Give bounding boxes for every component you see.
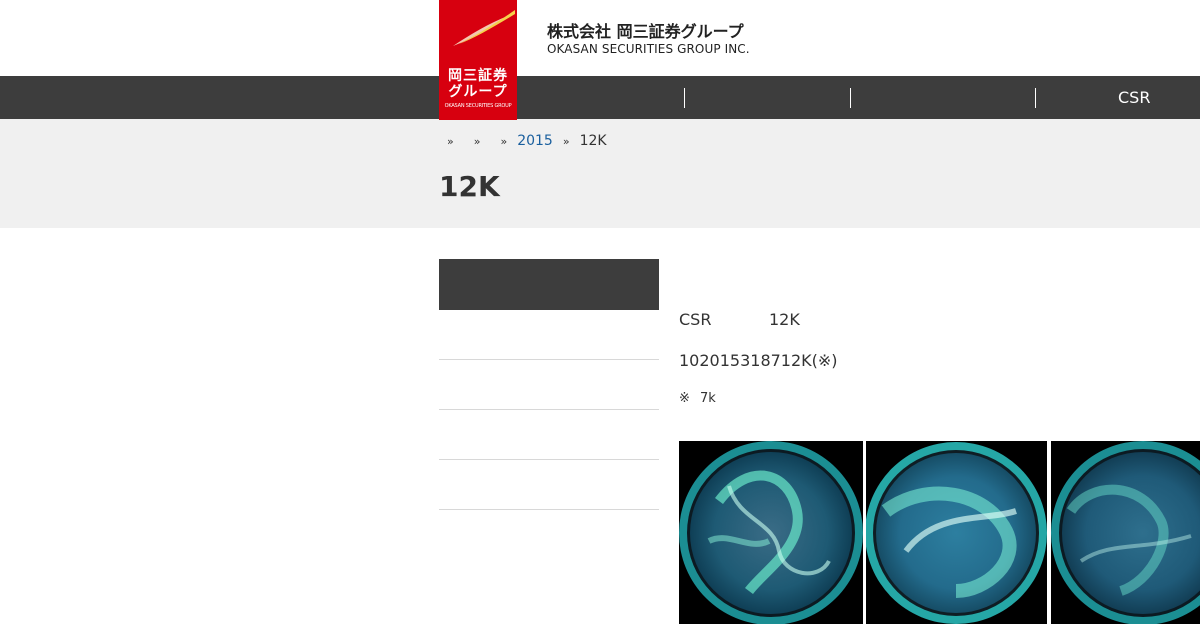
breadcrumb: » » » 2015 » 12K [447, 131, 607, 151]
company-name-en: OKASAN SECURITIES GROUP INC. [547, 42, 750, 56]
breadcrumb-separator: » [500, 135, 508, 148]
sidebar-item-4[interactable] [439, 460, 659, 510]
global-nav: CSR [0, 76, 1200, 119]
page-title: 12K [439, 170, 500, 203]
article-text-csr: CSR [679, 310, 712, 329]
sidebar-heading [439, 259, 659, 310]
nav-item-3[interactable] [856, 76, 1031, 119]
note-mark: ※ [679, 391, 690, 406]
nav-divider [1035, 88, 1036, 108]
sidebar-item-2[interactable] [439, 360, 659, 410]
company-name-jp: 株式会社 岡三証券グループ [547, 22, 744, 41]
note-text: 7k [700, 391, 716, 406]
breadcrumb-current: 12K [579, 133, 607, 149]
logo-text-line1: 岡三証券 [448, 68, 508, 84]
sidebar-item-1[interactable] [439, 310, 659, 360]
nav-divider [850, 88, 851, 108]
aurora-photo-3 [1051, 441, 1200, 624]
article-text-body: 102015318712K(※) [679, 351, 838, 370]
sidebar-item-3[interactable] [439, 410, 659, 460]
aurora-photo-2 [866, 441, 1047, 624]
logo-text-line2: グループ [448, 84, 508, 100]
article-text-12k: 12K [769, 310, 800, 329]
nav-divider [684, 88, 685, 108]
site-header: 株式会社 岡三証券グループ OKASAN SECURITIES GROUP IN… [0, 0, 1200, 76]
nav-item-2[interactable] [690, 76, 845, 119]
logo-text-en: OKASAN SECURITIES GROUP [444, 103, 512, 109]
nav-item-1[interactable] [520, 76, 680, 119]
company-logo[interactable]: 岡三証券 グループ OKASAN SECURITIES GROUP [439, 0, 517, 120]
breadcrumb-separator: » [473, 135, 481, 148]
breadcrumb-link-year[interactable]: 2015 [517, 133, 553, 149]
breadcrumb-separator: » [562, 135, 570, 148]
nav-item-csr[interactable]: CSR [1118, 76, 1178, 119]
aurora-photo-1 [679, 441, 863, 624]
breadcrumb-separator: » [447, 135, 454, 148]
swoosh-icon [453, 10, 515, 46]
